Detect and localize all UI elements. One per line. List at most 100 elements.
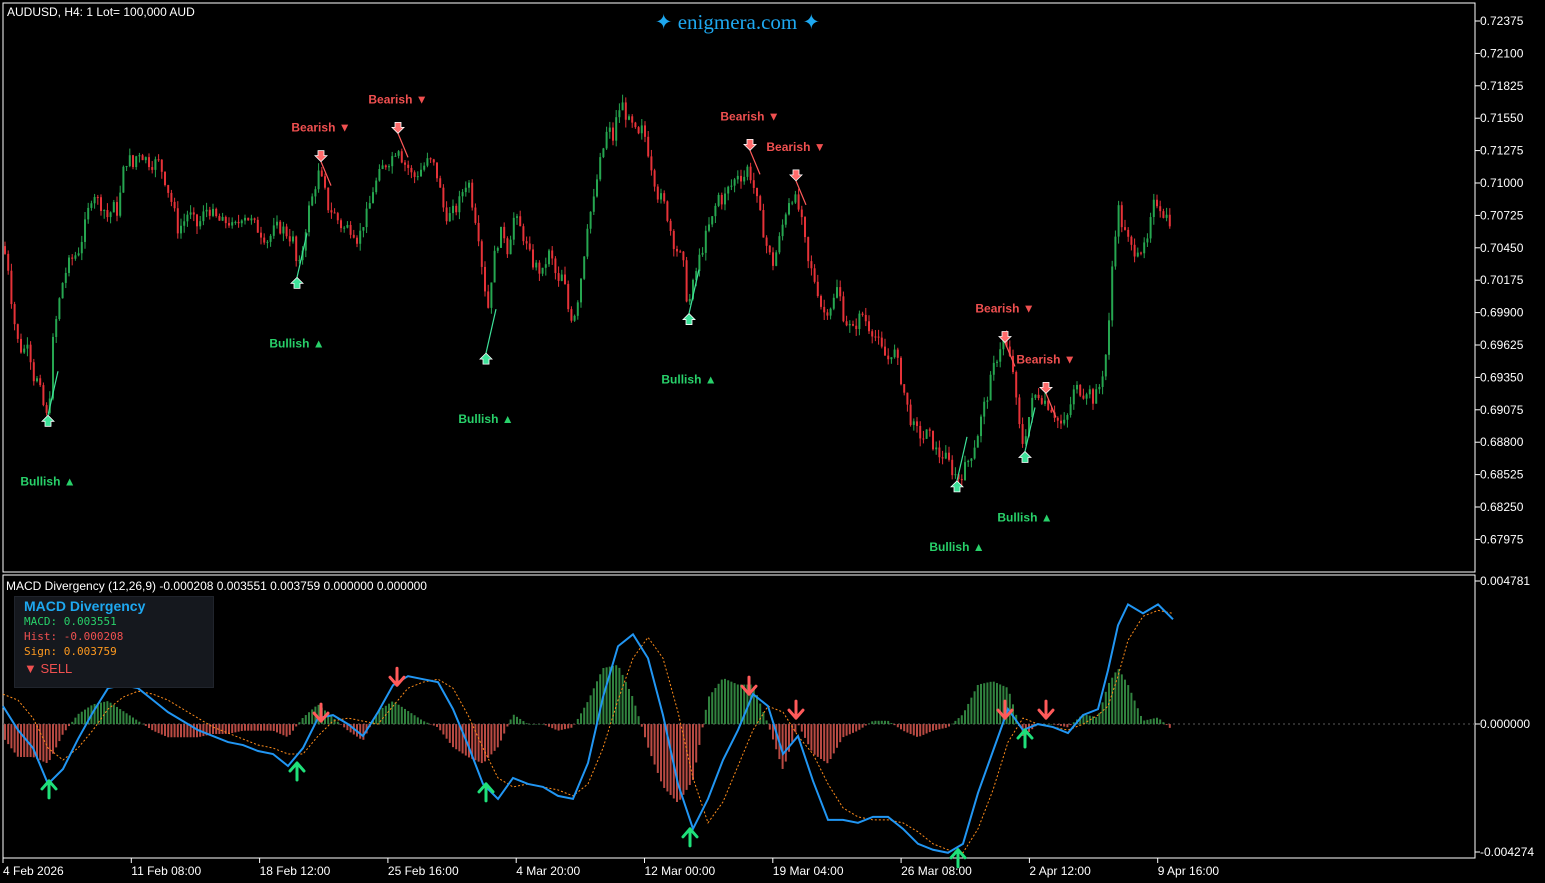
candle-body <box>756 187 758 197</box>
candle-body <box>58 298 61 320</box>
candle-body <box>1140 252 1142 254</box>
candle-body <box>570 309 573 321</box>
macd-bullish-arrow-icon <box>288 761 306 782</box>
histogram-bar <box>810 724 813 751</box>
histogram-bar <box>922 724 925 735</box>
histogram-bar <box>1136 708 1139 725</box>
macd-tick-label: 0.000000 <box>1480 717 1530 731</box>
histogram-bar <box>1111 677 1114 725</box>
price-tick-label: 0.72100 <box>1480 46 1524 60</box>
candle-body <box>368 203 371 209</box>
histogram-bar <box>928 724 931 733</box>
candle-body <box>221 216 224 221</box>
candle-body <box>864 314 867 322</box>
candle-body <box>906 392 909 405</box>
histogram-bar <box>490 724 493 755</box>
candle-body <box>637 127 640 134</box>
candle-body <box>970 458 973 461</box>
histogram-bar <box>519 718 522 725</box>
bullish-divergence-line <box>1024 407 1036 452</box>
candle-body <box>93 197 96 204</box>
histogram-bar <box>938 724 941 730</box>
candle-body <box>173 201 176 209</box>
histogram-bar <box>340 724 342 725</box>
candle-body <box>474 207 477 223</box>
histogram-bar <box>1165 724 1168 726</box>
candle-body <box>903 384 906 393</box>
histogram-bar <box>1063 724 1066 727</box>
histogram-bar <box>1066 724 1069 728</box>
histogram-bar <box>381 707 384 725</box>
histogram-bar <box>167 724 170 738</box>
candle-body <box>701 252 704 255</box>
chart-canvas[interactable]: Bullish ▲ Bullish ▲ Bullish ▲ Bullish ▲ Bull… <box>0 0 1545 883</box>
candle-body <box>109 212 112 218</box>
panel-signal: ▼ SELL <box>24 661 73 676</box>
candle-body <box>845 321 848 326</box>
candle-body <box>215 208 218 217</box>
histogram-bar <box>628 688 630 725</box>
histogram-bar <box>852 724 854 733</box>
histogram-bar <box>234 724 237 733</box>
histogram-bar <box>77 713 80 725</box>
histogram-bar <box>871 721 874 725</box>
histogram-bar <box>532 724 534 725</box>
histogram-bar <box>730 681 733 725</box>
histogram-bar <box>1114 672 1117 725</box>
candle-body <box>279 221 282 234</box>
candle-body <box>871 331 874 337</box>
price-tick-label: 0.70725 <box>1480 208 1524 222</box>
candle-body <box>212 208 214 216</box>
candle-body <box>698 254 701 272</box>
histogram-bar <box>301 718 304 725</box>
candle-body <box>1095 389 1098 404</box>
histogram-bar <box>813 724 816 755</box>
candle-body <box>362 227 365 231</box>
candle-body <box>1037 394 1040 399</box>
histogram-bar <box>960 715 963 725</box>
histogram-bar <box>71 721 74 725</box>
divergence-markers-layer: Bullish ▲ Bullish ▲ Bullish ▲ Bullish ▲ Bull… <box>20 92 1075 553</box>
histogram-bar <box>736 684 739 725</box>
histogram-bar <box>580 713 582 725</box>
candle-body <box>1101 376 1104 387</box>
histogram-bar <box>554 724 557 730</box>
candle-body <box>1165 214 1168 218</box>
histogram-bar <box>800 724 803 732</box>
candle-body <box>144 157 147 161</box>
histogram-bar <box>688 724 691 785</box>
candle-body <box>778 236 781 253</box>
histogram-bar <box>448 724 451 743</box>
histogram-bar <box>439 724 442 731</box>
candle-body <box>388 166 390 168</box>
histogram-bar <box>132 717 134 725</box>
histogram-bar <box>989 681 992 725</box>
candle-body <box>583 256 586 279</box>
candle-body <box>1120 205 1123 228</box>
candle-body <box>807 237 810 262</box>
histogram-bar <box>493 724 496 751</box>
candle-body <box>1050 409 1053 413</box>
candle-body <box>324 176 326 188</box>
candle-body <box>980 416 982 437</box>
candle-body <box>599 157 602 180</box>
candle-body <box>205 209 208 212</box>
candle-body <box>436 162 438 179</box>
candle-body <box>423 165 426 170</box>
candle-body <box>340 220 342 229</box>
histogram-bar <box>935 724 938 730</box>
candle-body <box>196 214 198 227</box>
candle-body <box>68 257 70 273</box>
candle-body <box>1156 199 1158 207</box>
histogram-bar <box>138 721 141 725</box>
candle-body <box>669 220 672 231</box>
histogram-bar <box>298 722 301 725</box>
histogram-bar <box>164 724 166 736</box>
candle-body <box>135 156 138 168</box>
candle-body <box>605 131 608 149</box>
main-chart-frame <box>2 2 1476 573</box>
candle-body <box>679 251 682 253</box>
histogram-bar <box>704 709 707 725</box>
histogram-bar <box>528 724 531 725</box>
histogram-bar <box>48 724 51 761</box>
